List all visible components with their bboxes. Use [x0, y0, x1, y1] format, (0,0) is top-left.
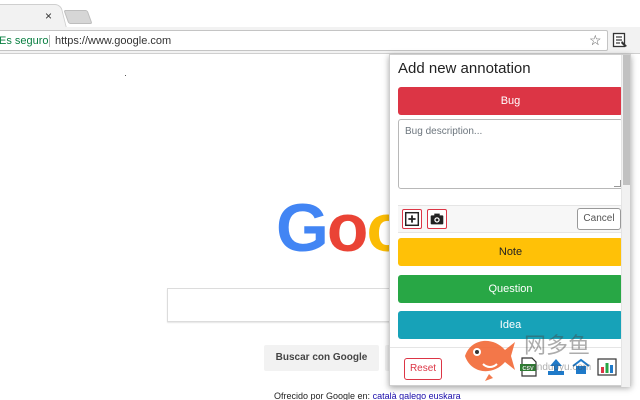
watermark-text: 网多鱼 — [524, 334, 591, 359]
reset-button[interactable]: Reset — [404, 358, 442, 380]
active-tab[interactable] — [0, 4, 67, 28]
scrollbar-thumb[interactable] — [623, 55, 630, 185]
page-dot — [125, 75, 126, 76]
annotation-extension-icon[interactable] — [612, 32, 628, 48]
language-link-catala[interactable]: català — [373, 391, 397, 400]
google-search-input[interactable] — [167, 288, 407, 322]
note-button[interactable]: Note — [398, 238, 623, 266]
footer-prefix: Ofrecido por Google en: — [274, 391, 371, 400]
address-bar[interactable]: Es seguro https://www.google.com ☆ — [0, 30, 608, 51]
url-text[interactable]: https://www.google.com — [55, 34, 171, 48]
watermark-subtext: wanduoyu.com — [524, 362, 592, 373]
description-placeholder: Bug description... — [405, 126, 483, 137]
cancel-button[interactable]: Cancel — [577, 208, 621, 230]
tab-close-icon[interactable]: × — [45, 9, 52, 23]
resize-grip-icon[interactable] — [614, 180, 621, 187]
language-footer: Ofrecido por Google en: català galego eu… — [274, 390, 461, 400]
annotation-tools-row: Cancel — [398, 205, 623, 233]
watermark-fish-logo — [465, 340, 515, 381]
logo-letter: G — [276, 190, 329, 266]
popup-scrollbar[interactable] — [621, 55, 630, 387]
bug-description-textarea[interactable]: Bug description... — [398, 119, 623, 189]
logo-letter: o — [326, 190, 369, 266]
camera-icon[interactable] — [427, 209, 447, 229]
browser-toolbar: Es seguro https://www.google.com ☆ — [0, 27, 640, 54]
language-link-euskara[interactable]: euskara — [429, 391, 461, 400]
popup-title: Add new annotation — [398, 60, 531, 77]
statistics-icon[interactable] — [596, 356, 618, 378]
add-annotation-icon[interactable] — [402, 209, 422, 229]
browser-window: × Es seguro https://www.google.com ☆ Goo… — [0, 0, 640, 400]
question-button[interactable]: Question — [398, 275, 623, 303]
bookmark-star-icon[interactable]: ☆ — [589, 32, 602, 48]
address-divider — [49, 35, 50, 47]
security-indicator[interactable]: Es seguro — [0, 34, 49, 48]
new-tab-button[interactable] — [63, 10, 93, 24]
google-search-button[interactable]: Buscar con Google — [264, 345, 379, 371]
language-link-galego[interactable]: galego — [399, 391, 426, 400]
tab-strip: × — [0, 0, 640, 28]
bug-button[interactable]: Bug — [398, 87, 623, 115]
